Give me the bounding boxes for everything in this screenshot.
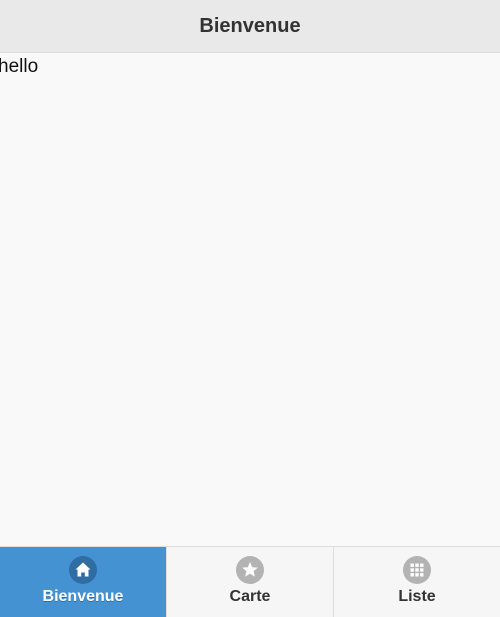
content-text: hello [0,56,39,77]
nav-item-label: Liste [398,588,436,605]
app-page: Bienvenue hello Bienvenue Carte Liste [0,0,500,617]
nav-item-bienvenue[interactable]: Bienvenue [0,547,166,617]
grid-icon [403,556,431,584]
nav-item-liste[interactable]: Liste [333,547,500,617]
content-area: hello [0,53,500,546]
bottom-navbar: Bienvenue Carte Liste [0,546,500,617]
page-title: Bienvenue [199,14,301,37]
header-bar: Bienvenue [0,0,500,53]
home-icon [69,556,97,584]
star-icon [236,556,264,584]
nav-item-carte[interactable]: Carte [166,547,333,617]
nav-item-label: Carte [229,588,271,605]
nav-item-label: Bienvenue [42,588,124,605]
